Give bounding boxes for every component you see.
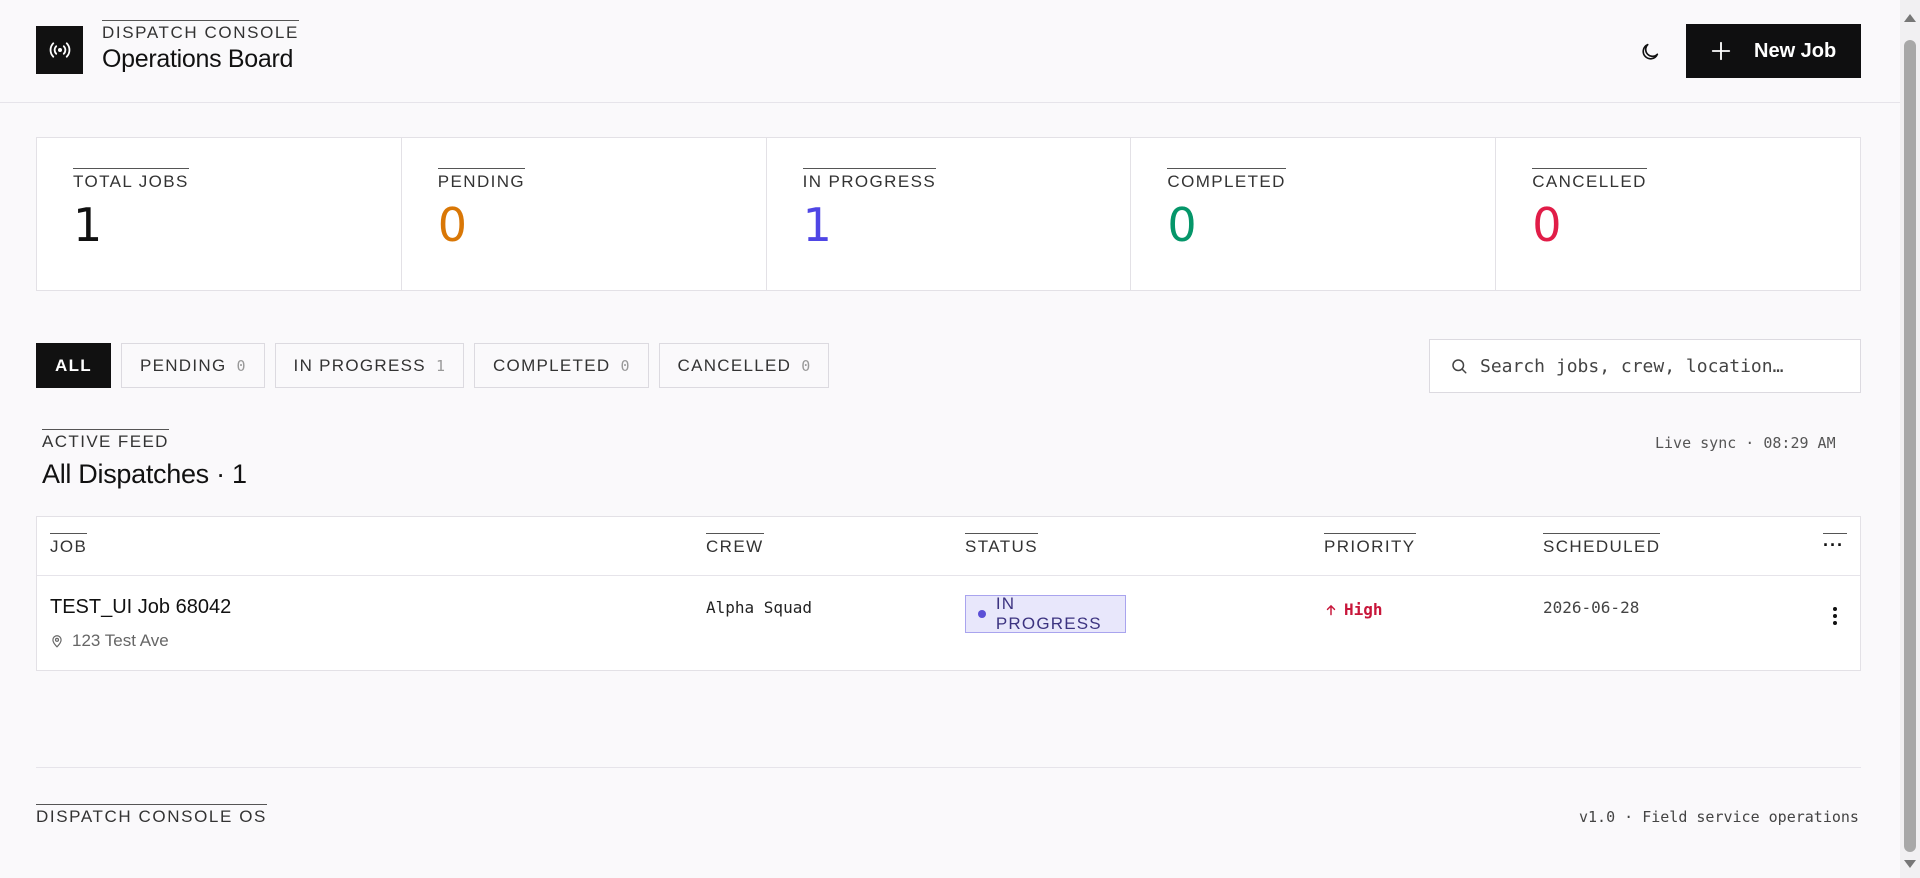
- stat-cancelled: CANCELLED 0: [1496, 138, 1860, 290]
- page-title: Operations Board: [102, 45, 294, 73]
- column-header-job[interactable]: JOB: [50, 533, 88, 557]
- feed-title: All Dispatches · 1: [42, 459, 247, 489]
- row-actions-button[interactable]: [1823, 602, 1847, 630]
- status-text: IN PROGRESS: [995, 594, 1102, 633]
- column-header-priority[interactable]: PRIORITY: [1324, 533, 1416, 557]
- status-filter-tabs: ALL PENDING 0 IN PROGRESS 1 COMPLETED 0 …: [36, 343, 830, 388]
- stat-value: 0: [437, 198, 468, 252]
- stat-label: CANCELLED: [1532, 168, 1647, 192]
- feed-subtitle: ACTIVE FEED: [42, 429, 169, 452]
- stat-label: COMPLETED: [1167, 168, 1286, 192]
- stats-panel: TOTAL JOBS 1 PENDING 0 IN PROGRESS 1 COM…: [36, 137, 1861, 291]
- filter-count: 1: [435, 356, 445, 375]
- location-text: 123 Test Ave: [72, 631, 169, 650]
- footer-brand: DISPATCH CONSOLE OS: [36, 804, 267, 827]
- theme-toggle-button[interactable]: [1636, 38, 1664, 66]
- status-dot-icon: [978, 610, 986, 618]
- stat-value: 1: [73, 198, 103, 252]
- map-pin-icon: [52, 635, 62, 648]
- filter-label: CANCELLED: [677, 355, 792, 375]
- moon-icon: [1642, 43, 1659, 60]
- stat-pending: PENDING 0: [402, 138, 767, 290]
- job-location: 123 Test Ave: [50, 631, 169, 651]
- stat-label: PENDING: [437, 168, 526, 192]
- more-horizontal-icon[interactable]: ···: [1823, 533, 1847, 554]
- logo: [36, 26, 83, 74]
- filter-tab-all[interactable]: ALL: [36, 343, 111, 388]
- app-subtitle: DISPATCH CONSOLE: [102, 20, 299, 43]
- job-title[interactable]: TEST_UI Job 68042: [50, 596, 231, 619]
- brand: DISPATCH CONSOLE Operations Board: [102, 20, 299, 74]
- page-scrollbar[interactable]: [1900, 0, 1920, 878]
- status-badge: IN PROGRESS: [965, 594, 1126, 633]
- stat-total-jobs: TOTAL JOBS 1: [37, 138, 402, 290]
- live-sync-status: Live sync · 08:29 AM: [1655, 434, 1836, 452]
- new-job-label: New Job: [1754, 39, 1837, 62]
- filter-label: ALL: [55, 355, 92, 375]
- scheduled-date: 2026-06-28: [1543, 598, 1640, 617]
- stat-in-progress: IN PROGRESS 1: [767, 138, 1132, 290]
- column-header-scheduled[interactable]: SCHEDULED: [1543, 533, 1661, 557]
- filter-tab-completed[interactable]: COMPLETED 0: [473, 343, 649, 388]
- stat-value: 0: [1167, 198, 1197, 252]
- search-box: [1429, 339, 1861, 393]
- filter-count: 0: [801, 356, 811, 375]
- filter-label: IN PROGRESS: [293, 355, 426, 375]
- filter-tab-cancelled[interactable]: CANCELLED 0: [658, 343, 830, 388]
- column-header-crew[interactable]: CREW: [706, 533, 764, 557]
- app-header: DISPATCH CONSOLE Operations Board New Jo…: [0, 0, 1900, 103]
- crew-name: Alpha Squad: [706, 598, 812, 617]
- stat-completed: COMPLETED 0: [1131, 138, 1497, 290]
- plus-icon: [1711, 41, 1731, 61]
- table-row[interactable]: TEST_UI Job 68042 123 Test Ave Alpha Squ…: [37, 576, 1860, 671]
- stat-value: 0: [1532, 198, 1562, 252]
- footer-version: v1.0 · Field service operations: [1579, 808, 1859, 826]
- stat-label: TOTAL JOBS: [73, 168, 189, 192]
- search-icon: [1452, 359, 1467, 374]
- search-input[interactable]: [1480, 355, 1840, 377]
- filter-label: COMPLETED: [492, 355, 611, 375]
- broadcast-icon: [49, 42, 70, 58]
- priority-text: High: [1344, 600, 1383, 619]
- scroll-up-arrow[interactable]: [1904, 14, 1916, 22]
- arrow-up-icon: [1326, 604, 1336, 615]
- filter-tab-pending[interactable]: PENDING 0: [120, 343, 265, 388]
- scroll-down-arrow[interactable]: [1904, 860, 1916, 868]
- filter-count: 0: [236, 356, 246, 375]
- filter-count: 0: [620, 356, 630, 375]
- new-job-button[interactable]: New Job: [1686, 24, 1861, 78]
- column-header-status[interactable]: STATUS: [965, 533, 1038, 557]
- filter-tab-in-progress[interactable]: IN PROGRESS 1: [274, 343, 464, 388]
- priority-indicator: High: [1324, 600, 1383, 619]
- table-header: JOB CREW STATUS PRIORITY SCHEDULED ···: [37, 517, 1860, 576]
- footer-divider: [36, 767, 1861, 768]
- more-vertical-icon: [1833, 607, 1837, 625]
- filter-label: PENDING: [139, 355, 227, 375]
- stat-value: 1: [802, 198, 832, 252]
- dispatch-table: JOB CREW STATUS PRIORITY SCHEDULED ··· T…: [36, 516, 1861, 671]
- scroll-thumb[interactable]: [1904, 40, 1916, 852]
- stat-label: IN PROGRESS: [802, 168, 937, 192]
